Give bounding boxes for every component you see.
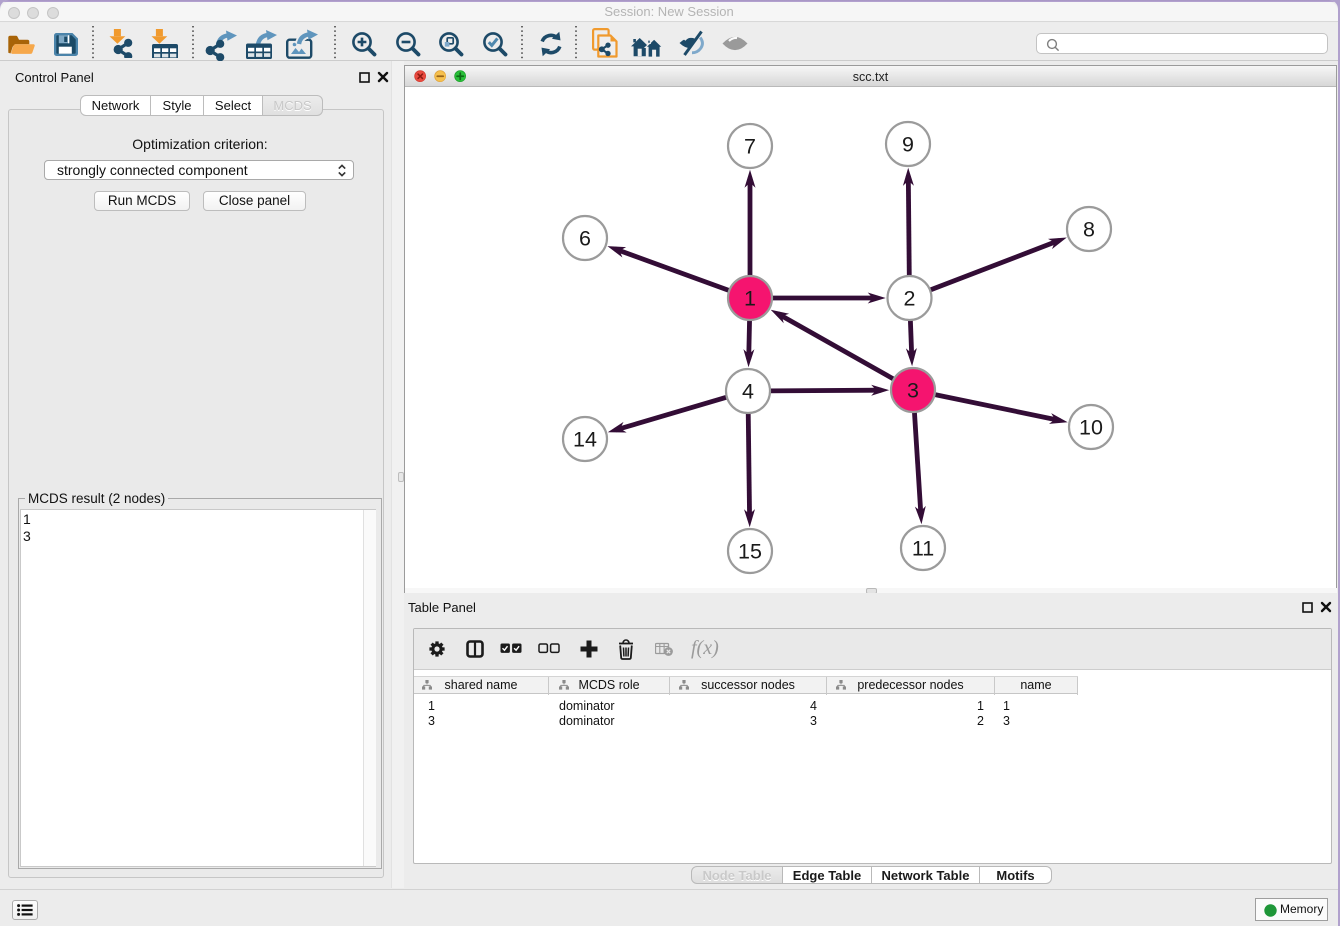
svg-text:10: 10 <box>1079 416 1103 440</box>
svg-text:7: 7 <box>744 135 756 159</box>
svg-text:11: 11 <box>912 537 934 561</box>
svg-text:15: 15 <box>738 540 762 564</box>
svg-text:9: 9 <box>902 133 914 157</box>
svg-text:f(x): f(x) <box>691 638 719 659</box>
svg-text:2: 2 <box>904 287 916 311</box>
svg-text:3: 3 <box>907 379 919 403</box>
svg-text:6: 6 <box>579 227 591 251</box>
svg-text:14: 14 <box>573 428 597 452</box>
svg-text:1: 1 <box>744 287 756 311</box>
svg-text:4: 4 <box>742 380 754 404</box>
svg-text:8: 8 <box>1083 218 1095 242</box>
